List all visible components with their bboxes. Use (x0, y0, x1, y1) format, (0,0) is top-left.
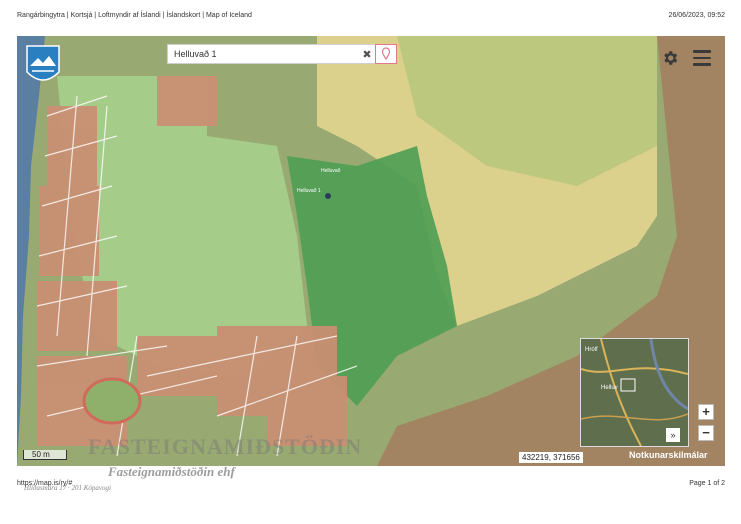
menu-icon[interactable] (693, 50, 711, 66)
search-box: ✖ (167, 44, 397, 64)
minimap-expand-button[interactable]: » (666, 428, 680, 442)
page-header-title: Rangárbingytra | Kortsjá | Loftmyndir af… (17, 12, 252, 19)
map-label-parcel: Helluvað (321, 168, 341, 174)
minimap-label-b: Helluv (601, 385, 618, 391)
logo-icon (26, 45, 60, 81)
minimap-label-a: Hrólf (585, 347, 598, 353)
search-input[interactable] (168, 46, 360, 62)
map-view[interactable]: ✖ Helluvað Helluvað 1 Hrólf Helluv » + −… (17, 36, 725, 466)
footer-page-number: Page 1 of 2 (689, 480, 725, 487)
gear-icon[interactable] (661, 49, 679, 67)
page-header-datetime: 26/06/2023, 09:52 (668, 12, 725, 19)
coordinates-readout: 432219, 371656 (519, 452, 583, 463)
watermark-line1: FASTEIGNAMIÐSTÖÐIN (88, 434, 363, 459)
location-pin-button[interactable] (375, 44, 397, 64)
watermark-line2: Fasteignamiðstöðin ehf (108, 464, 235, 479)
overview-minimap[interactable]: Hrólf Helluv » (580, 338, 689, 447)
terms-of-use-link[interactable]: Notkunarskilmálar (629, 450, 708, 460)
map-label-house: Helluvað 1 (297, 188, 321, 194)
footer-url: https://map.is/ry/# (17, 480, 73, 487)
location-pin-icon (381, 47, 391, 61)
zoom-in-button[interactable]: + (698, 404, 714, 420)
clear-icon[interactable]: ✖ (360, 48, 374, 61)
zoom-out-button[interactable]: − (698, 425, 714, 441)
scale-bar: 50 m (23, 450, 67, 460)
